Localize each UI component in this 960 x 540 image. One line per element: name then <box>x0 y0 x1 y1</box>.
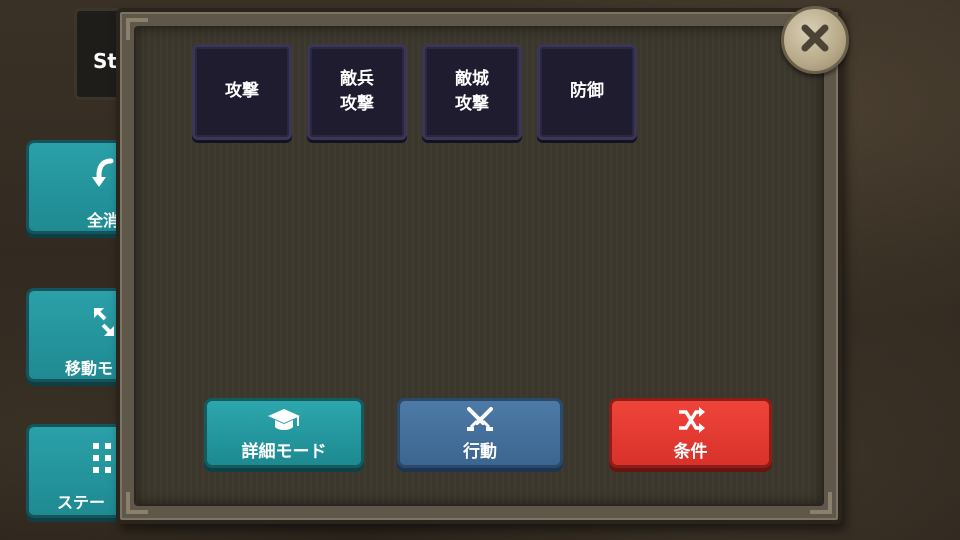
frame-corner <box>810 492 832 514</box>
expand-arrows-icon <box>91 305 117 345</box>
command-tile-attack-enemy-castle[interactable]: 敵城 攻撃 <box>422 44 522 140</box>
shuffle-icon <box>612 407 769 433</box>
frame-corner <box>126 492 148 514</box>
frame-corner <box>126 18 148 40</box>
action-button[interactable]: 行動 <box>397 398 563 468</box>
side-button-label: 移動モ <box>65 359 114 378</box>
command-tile-attack-enemy-troops[interactable]: 敵兵 攻撃 <box>307 44 407 140</box>
command-tile-label: 敵兵 攻撃 <box>340 68 374 115</box>
graduation-cap-icon <box>207 407 361 433</box>
condition-button[interactable]: 条件 <box>609 398 772 468</box>
command-tile-label: 敵城 攻撃 <box>455 68 489 115</box>
condition-label: 条件 <box>673 442 708 462</box>
command-tile-defend[interactable]: 防御 <box>537 44 637 140</box>
action-label: 行動 <box>463 442 497 462</box>
detail-mode-button[interactable]: 詳細モード <box>204 398 364 468</box>
command-tile-label: 攻撃 <box>225 81 259 102</box>
command-tile-label: 防御 <box>570 81 604 102</box>
command-tile-attack[interactable]: 攻撃 <box>192 44 292 140</box>
detail-mode-label: 詳細モード <box>241 442 327 462</box>
crossed-swords-icon <box>400 407 560 433</box>
undo-arrow-icon <box>91 157 119 197</box>
close-icon <box>800 23 830 57</box>
close-button[interactable] <box>781 6 849 74</box>
grid-dots-icon <box>91 441 115 481</box>
side-button-label: ステー <box>57 493 106 512</box>
background-tab-label: St <box>93 49 117 73</box>
side-button-label: 全消 <box>87 211 120 230</box>
